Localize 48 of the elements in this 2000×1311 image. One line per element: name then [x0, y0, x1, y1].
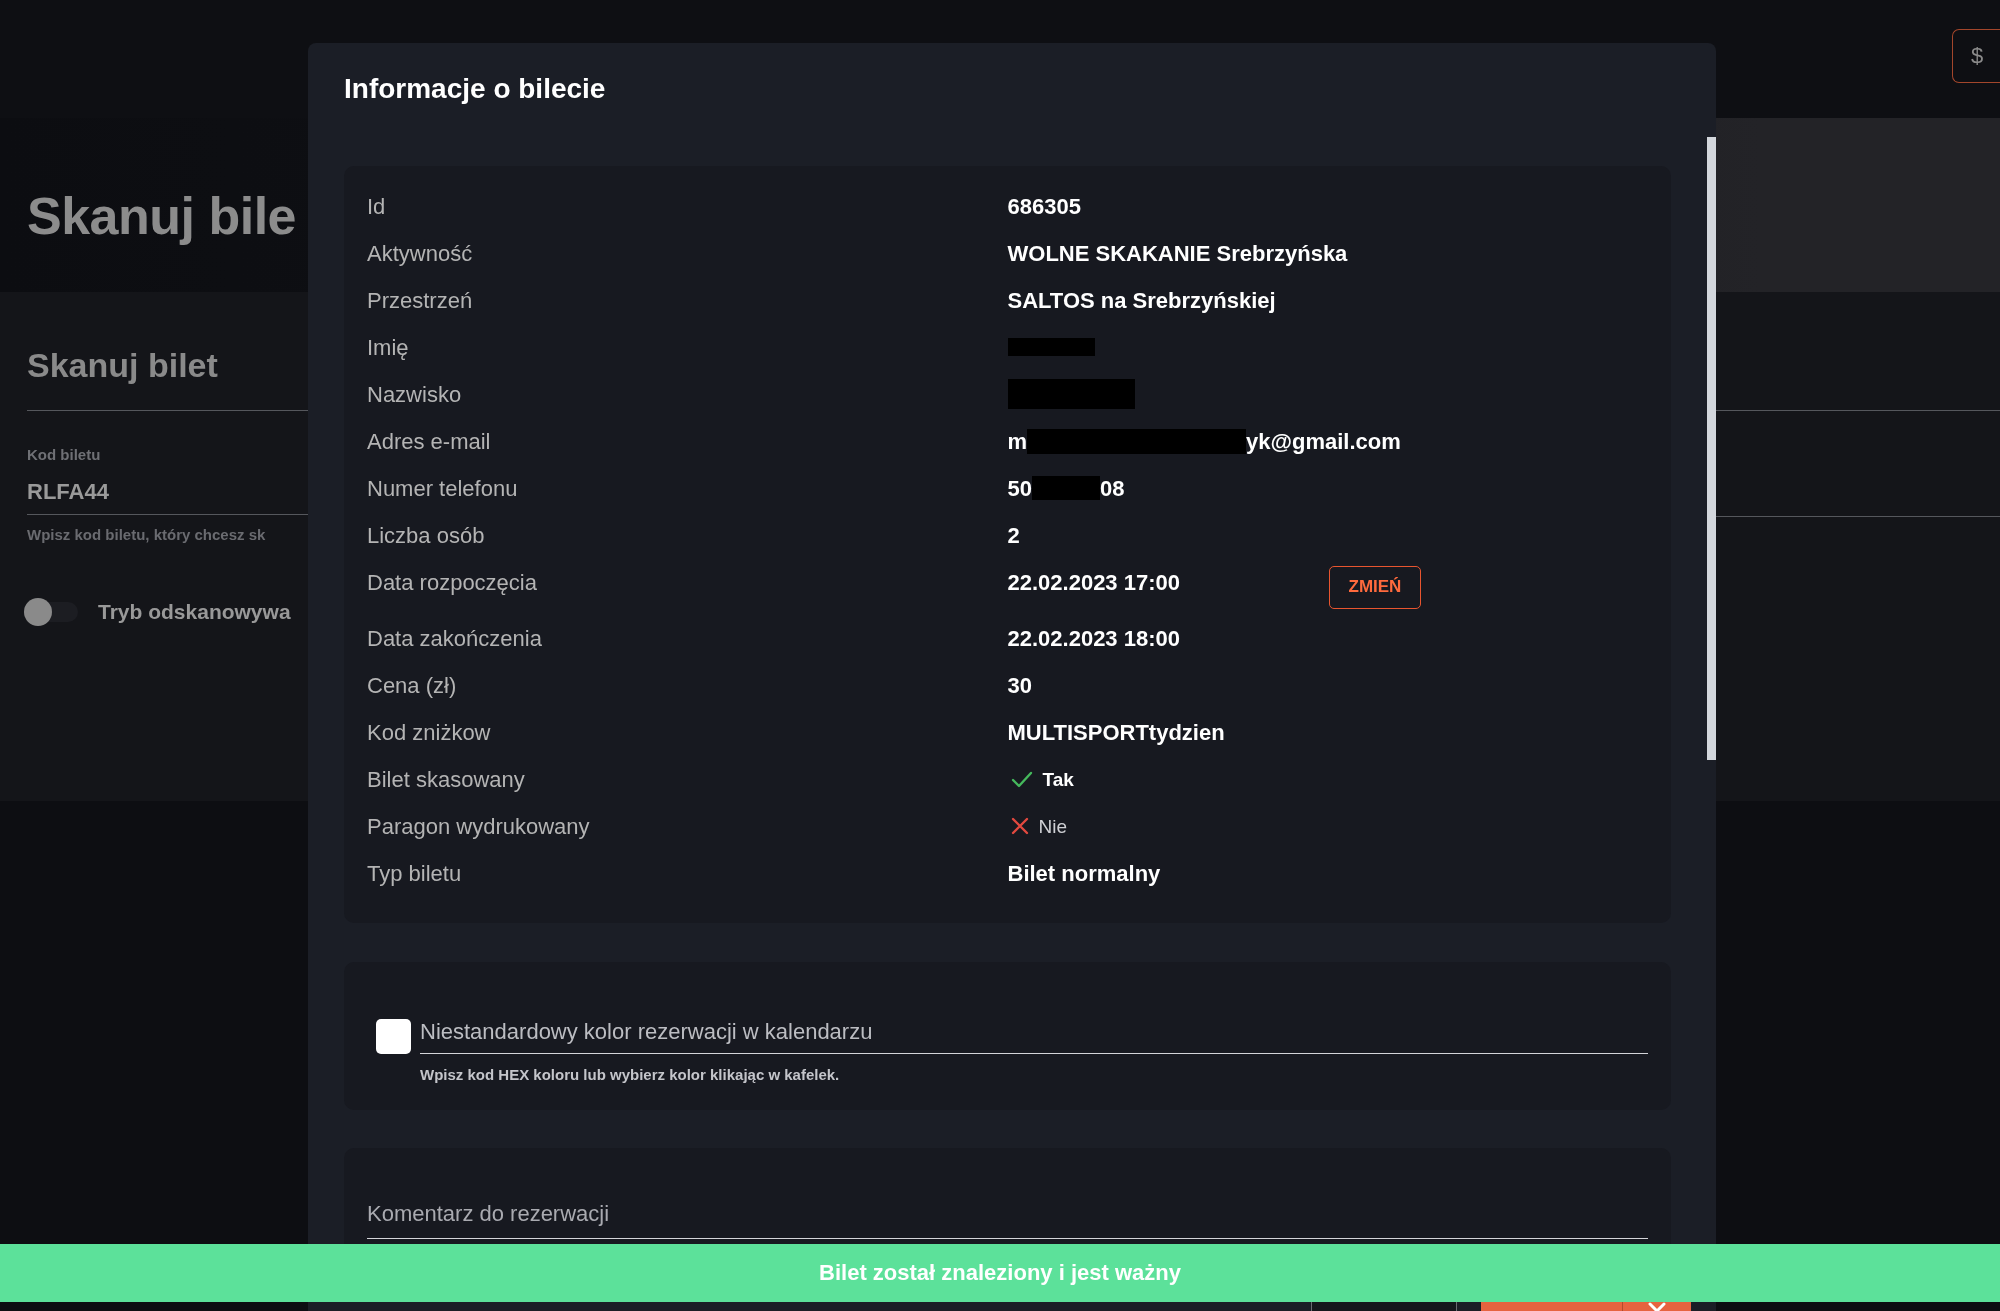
field-value: 2: [1007, 521, 1020, 550]
field-value: Tak: [1042, 767, 1074, 792]
field-label: Paragon wydrukowany: [367, 813, 590, 839]
field-value: 50: [1007, 474, 1032, 503]
field-label: Bilet skasowany: [367, 766, 525, 792]
field-value: 30: [1007, 671, 1032, 700]
color-input-field[interactable]: Niestandardowy kolor rezerwacji w kalendarzu: [420, 1019, 1648, 1054]
redaction-bar: [1032, 476, 1100, 500]
field-value: 08: [1100, 474, 1125, 503]
field-hint: Wpisz kod biletu, który chcesz sk: [27, 526, 266, 544]
field-value: SALTOS na Srebrzyńskiej: [1007, 286, 1276, 315]
change-button[interactable]: ZMIEŃ: [1328, 565, 1422, 609]
scrollbar-thumb[interactable]: [1707, 137, 1716, 760]
field-label: Liczba osób: [367, 522, 485, 548]
chevron-down-icon: [1648, 1301, 1666, 1311]
modal-title: Informacje o bilecie: [344, 72, 606, 106]
field-label: Typ biletu: [367, 860, 462, 886]
page-title: Skanuj bile: [27, 186, 297, 246]
field-label: Numer telefonu: [367, 475, 518, 501]
field-label: Data rozpoczęcia: [367, 569, 537, 595]
toast-message: Bilet został znaleziony i jest ważny: [819, 1259, 1181, 1287]
color-swatch[interactable]: [376, 1019, 411, 1054]
field-value: 22.02.2023 17:00: [1007, 569, 1180, 595]
field-value: m: [1007, 427, 1028, 456]
section-title: Skanuj bilet: [27, 345, 218, 385]
field-label: Kod biletu: [27, 446, 101, 464]
field-value: yk@gmail.com: [1246, 427, 1401, 456]
field-label: Nazwisko: [367, 381, 462, 407]
field-value: MULTISPORTtydzien: [1007, 718, 1225, 747]
field-label: Przestrzeń: [367, 287, 473, 313]
field-value: 22.02.2023 18:00: [1007, 624, 1180, 653]
field-label: Data zakończenia: [367, 625, 542, 651]
comment-input-field[interactable]: Komentarz do rezerwacji: [367, 1200, 1648, 1239]
toggle-label: Tryb odskanowywa: [98, 599, 291, 625]
field-value: Nie: [1038, 814, 1067, 839]
field-label: Adres e-mail: [367, 428, 491, 454]
field-label: Id: [367, 193, 386, 219]
field-label: Imię: [367, 334, 409, 360]
dollar-button[interactable]: $: [1952, 29, 2000, 83]
field-hint: Wpisz kod HEX koloru lub wybierz kolor klikając w kafelek.: [420, 1065, 840, 1084]
field-label: Kod zniżkow: [367, 719, 491, 745]
field-value: Bilet normalny: [1007, 859, 1161, 888]
field-value: 686305: [1007, 192, 1081, 221]
ticket-code-field[interactable]: RLFA44: [27, 479, 308, 515]
field-label: Cena (zł): [367, 672, 457, 698]
toggle-switch[interactable]: [24, 598, 78, 626]
field-value: WOLNE SKAKANIE Srebrzyńska: [1007, 239, 1348, 268]
field-label: Aktywność: [367, 240, 473, 266]
